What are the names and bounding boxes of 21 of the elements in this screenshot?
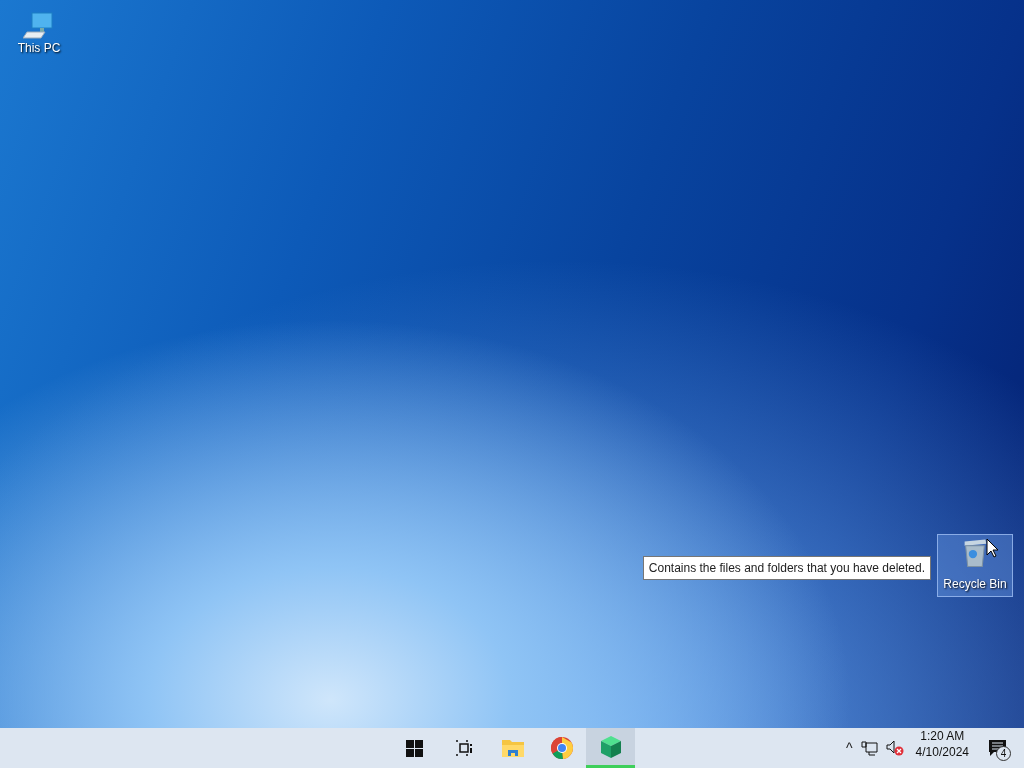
recycle-bin-icon (963, 539, 987, 567)
muted-speaker-icon (885, 740, 904, 756)
icon-label: Recycle Bin (943, 578, 1007, 592)
notification-count: 4 (996, 746, 1011, 761)
cursor-icon (986, 538, 999, 558)
date-text: 4/10/2024 (915, 744, 969, 761)
computer-icon (23, 10, 55, 42)
folder-icon (501, 739, 524, 757)
task-view-icon (454, 740, 473, 756)
cube-icon (598, 734, 623, 759)
desktop-icon[interactable]: Recycle Bin (937, 534, 1013, 597)
clock-button[interactable]: 1:20 AM 4/10/2024 (907, 728, 977, 768)
show-hidden-icons-button[interactable]: ^ (842, 728, 857, 768)
tooltip: Contains the files and folders that you have deleted. (642, 556, 931, 580)
windows-logo-icon (406, 739, 423, 757)
time-text: 1:20 AM (920, 728, 965, 745)
browser-icon (549, 736, 574, 760)
notifications-button[interactable]: 4 (977, 728, 1024, 768)
icon-label: This PC (17, 42, 61, 56)
desktop-icon[interactable]: This PC (1, 5, 77, 61)
network-icon (860, 740, 878, 756)
